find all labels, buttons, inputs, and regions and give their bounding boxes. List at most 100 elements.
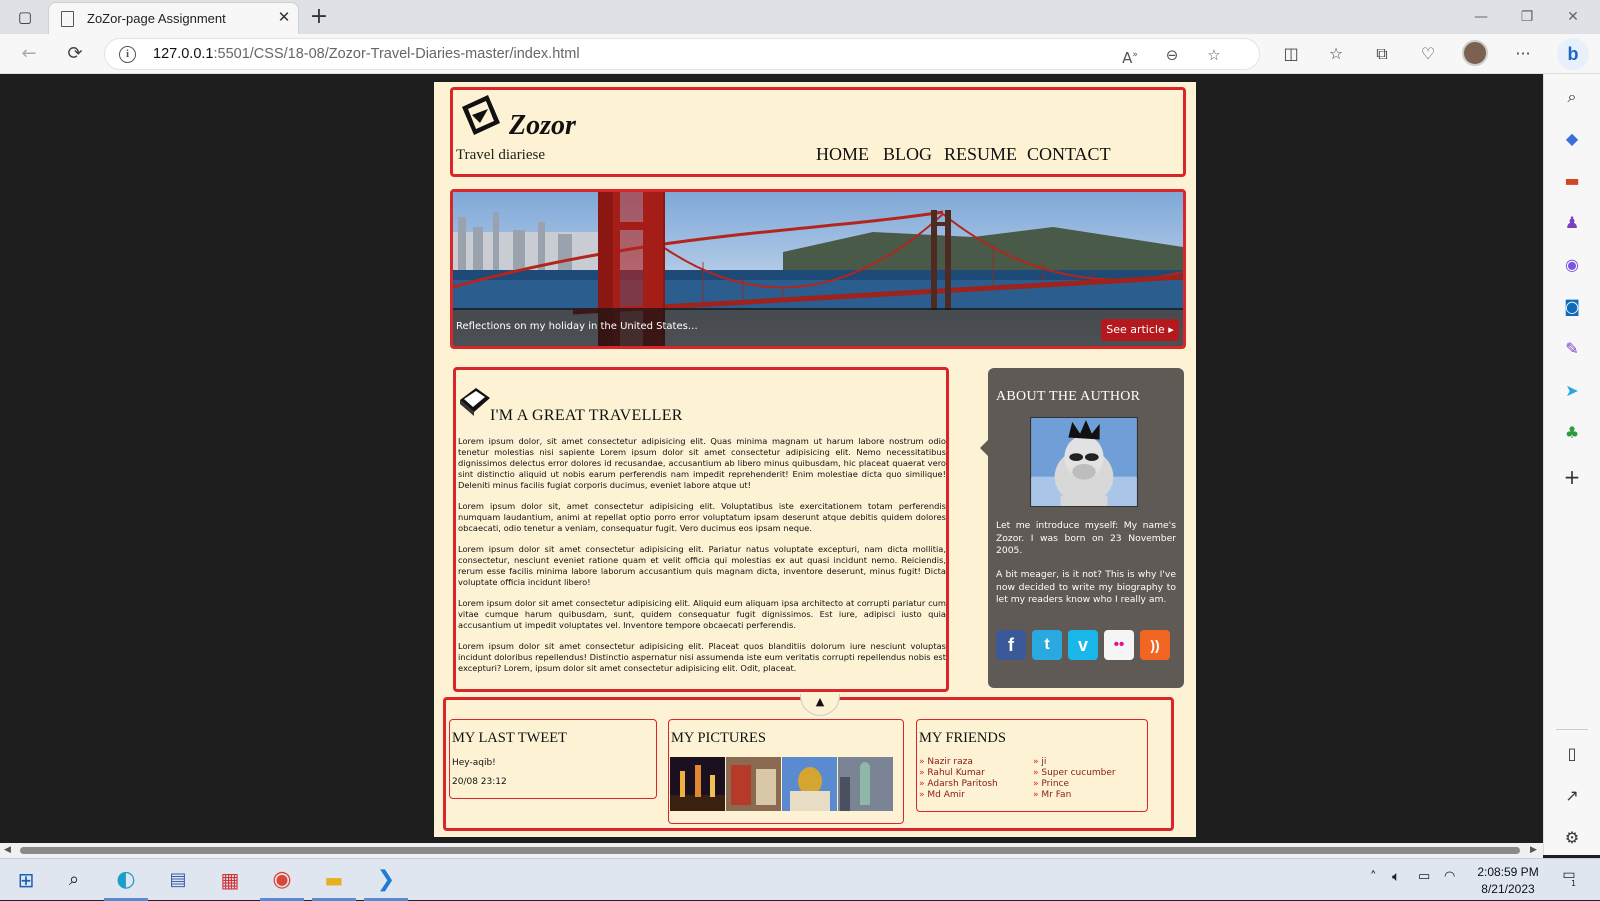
notepad-app-icon[interactable]: ▤: [160, 865, 196, 895]
pictures-widget: MY PICTURES: [668, 719, 904, 824]
horizontal-scrollbar[interactable]: ◀ ▶: [0, 843, 1543, 858]
more-icon[interactable]: ···: [1510, 42, 1536, 68]
site-info-icon[interactable]: i: [119, 46, 136, 63]
address-bar[interactable]: i 127.0.0.1:5501/CSS/18-08/Zozor-Travel-…: [104, 38, 1260, 70]
friend-link[interactable]: Mr Fan: [1033, 790, 1071, 801]
system-clock[interactable]: 2:08:59 PM 8/21/2023: [1468, 864, 1548, 898]
profile-avatar[interactable]: [1462, 40, 1488, 66]
telegram-icon[interactable]: ➤: [1558, 377, 1586, 405]
shopping-icon[interactable]: ◆: [1558, 125, 1586, 153]
browser-essentials-icon[interactable]: ♡: [1415, 42, 1441, 68]
notification-center-icon[interactable]: ▭: [1558, 867, 1580, 889]
url-path: :5501/CSS/18-08/Zozor-Travel-Diaries-mas…: [213, 46, 580, 62]
hero-caption-bar: Reflections on my holiday in the United …: [453, 308, 1183, 346]
browser-tab[interactable]: ZoZor-page Assignment ✕: [48, 2, 299, 34]
file-explorer-icon[interactable]: ▬: [316, 865, 352, 895]
close-window-button[interactable]: ✕: [1550, 4, 1596, 30]
panel-icon[interactable]: ▯: [1558, 740, 1586, 768]
zoom-icon[interactable]: ⊖: [1159, 42, 1185, 68]
store-app-icon[interactable]: ▦: [212, 865, 248, 895]
show-hidden-icons[interactable]: ˄: [1370, 870, 1377, 885]
author-bio: A bit meager, is it not? This is why I'v…: [996, 569, 1176, 605]
scroll-up-icon[interactable]: ▲: [800, 694, 840, 716]
see-article-button[interactable]: See article ▸: [1101, 319, 1179, 341]
sidebar-divider: [1556, 729, 1588, 730]
tab-close-icon[interactable]: ✕: [275, 8, 293, 26]
minimize-button[interactable]: —: [1458, 4, 1504, 30]
nav-contact[interactable]: CONTACT: [1027, 144, 1111, 165]
book-icon: [460, 388, 490, 416]
outlook-icon[interactable]: ◙: [1558, 293, 1586, 321]
microsoft365-icon[interactable]: ◉: [1558, 251, 1586, 279]
back-button[interactable]: ←: [14, 40, 44, 68]
page-icon: [61, 11, 74, 27]
search-icon[interactable]: ⌕: [1558, 83, 1586, 111]
chrome-app-icon[interactable]: ◉: [264, 865, 300, 895]
picture-thumbnail[interactable]: [782, 757, 837, 811]
tab-actions-icon[interactable]: ▢: [12, 6, 38, 28]
picture-thumbnail[interactable]: [838, 757, 893, 811]
edge-app-icon[interactable]: ◐: [108, 865, 144, 895]
facebook-icon[interactable]: f: [996, 630, 1026, 660]
scroll-left-icon[interactable]: ◀: [4, 845, 11, 855]
site-header: Zozor Travel diariese HOME BLOG RESUME C…: [450, 87, 1186, 177]
web-page: Zozor Travel diariese HOME BLOG RESUME C…: [434, 82, 1196, 837]
friend-link[interactable]: Nazir raza: [919, 757, 973, 768]
last-tweet-widget: MY LAST TWEET Hey-aqib! 20/08 23:12: [449, 719, 657, 799]
friends-widget: MY FRIENDS Nazir raza Rahul Kumar Adarsh…: [916, 719, 1148, 812]
friend-link[interactable]: Rahul Kumar: [919, 768, 984, 779]
address-toolbar: ← ⟳ i 127.0.0.1:5501/CSS/18-08/Zozor-Tra…: [0, 34, 1600, 74]
open-external-icon[interactable]: ↗: [1558, 782, 1586, 810]
collections-icon[interactable]: ⧉: [1369, 42, 1395, 68]
tab-title: ZoZor-page Assignment: [87, 11, 226, 26]
read-aloud-icon[interactable]: A»: [1117, 42, 1143, 68]
favorites-icon[interactable]: ☆: [1323, 42, 1349, 68]
url-text[interactable]: 127.0.0.1:5501/CSS/18-08/Zozor-Travel-Di…: [153, 46, 580, 62]
games-icon[interactable]: ♟: [1558, 209, 1586, 237]
add-icon[interactable]: +: [1558, 463, 1586, 491]
tweet-text: Hey-aqib!: [452, 758, 496, 768]
friend-link[interactable]: Adarsh Paritosh: [919, 779, 997, 790]
volume-icon[interactable]: 🔈︎: [1392, 869, 1400, 885]
battery-icon[interactable]: ▭: [1418, 869, 1430, 884]
friend-link[interactable]: Md Amir: [919, 790, 964, 801]
friend-link[interactable]: Super cucumber: [1033, 768, 1115, 779]
article-paragraph: Lorem ipsum dolor, sit amet consectetur …: [458, 436, 946, 490]
rss-icon[interactable]: )): [1140, 630, 1170, 660]
favorite-star-icon[interactable]: ☆: [1201, 42, 1227, 68]
scroll-right-icon[interactable]: ▶: [1530, 845, 1537, 855]
tools-icon[interactable]: ▬: [1558, 167, 1586, 195]
url-host: 127.0.0.1: [153, 46, 214, 62]
friend-link[interactable]: ji: [1033, 757, 1046, 768]
picture-thumbnail[interactable]: [670, 757, 725, 811]
taskbar-search-icon[interactable]: ⌕: [56, 865, 92, 895]
article-section: I'M A GREAT TRAVELLER Lorem ipsum dolor,…: [453, 367, 949, 692]
nav-resume[interactable]: RESUME: [944, 144, 1017, 165]
clock-time: 2:08:59 PM: [1477, 865, 1539, 879]
flickr-icon[interactable]: ••: [1104, 630, 1134, 660]
edge-sidebar: ⌕ ◆ ▬ ♟ ◉ ◙ ✎ ➤ ♣ + ▯ ↗ ⚙: [1543, 74, 1600, 855]
new-tab-button[interactable]: +: [306, 3, 332, 31]
restore-button[interactable]: ❐: [1504, 4, 1550, 30]
copilot-icon[interactable]: b: [1557, 38, 1589, 70]
scrollbar-thumb[interactable]: [20, 847, 1520, 854]
reload-button[interactable]: ⟳: [60, 40, 90, 68]
author-title: ABOUT THE AUTHOR: [996, 389, 1141, 404]
nav-blog[interactable]: BLOG: [883, 144, 932, 165]
site-logo[interactable]: Zozor: [509, 110, 576, 142]
start-icon[interactable]: ⊞: [8, 865, 44, 895]
picture-thumbnail[interactable]: [726, 757, 781, 811]
footer-widgets: ▲ MY LAST TWEET Hey-aqib! 20/08 23:12 MY…: [443, 694, 1174, 831]
friend-link[interactable]: Prince: [1033, 779, 1069, 790]
vscode-app-icon[interactable]: ❯: [368, 865, 404, 895]
article-paragraph: Lorem ipsum dolor sit amet consectetur a…: [458, 641, 946, 673]
twitter-icon[interactable]: t: [1032, 630, 1062, 660]
vimeo-icon[interactable]: v: [1068, 630, 1098, 660]
settings-icon[interactable]: ⚙: [1558, 824, 1586, 852]
designer-icon[interactable]: ✎: [1558, 335, 1586, 363]
split-screen-icon[interactable]: ◫: [1278, 42, 1304, 68]
nav-home[interactable]: HOME: [816, 144, 869, 165]
wifi-icon[interactable]: ◠: [1444, 869, 1455, 884]
windows-taskbar: ⊞ ⌕ ◐ ▤ ▦ ◉ ▬ ❯ ˄ 🔈︎ ▭ ◠ 2:08:59 PM 8/21…: [0, 858, 1600, 901]
tree-icon[interactable]: ♣: [1558, 419, 1586, 447]
